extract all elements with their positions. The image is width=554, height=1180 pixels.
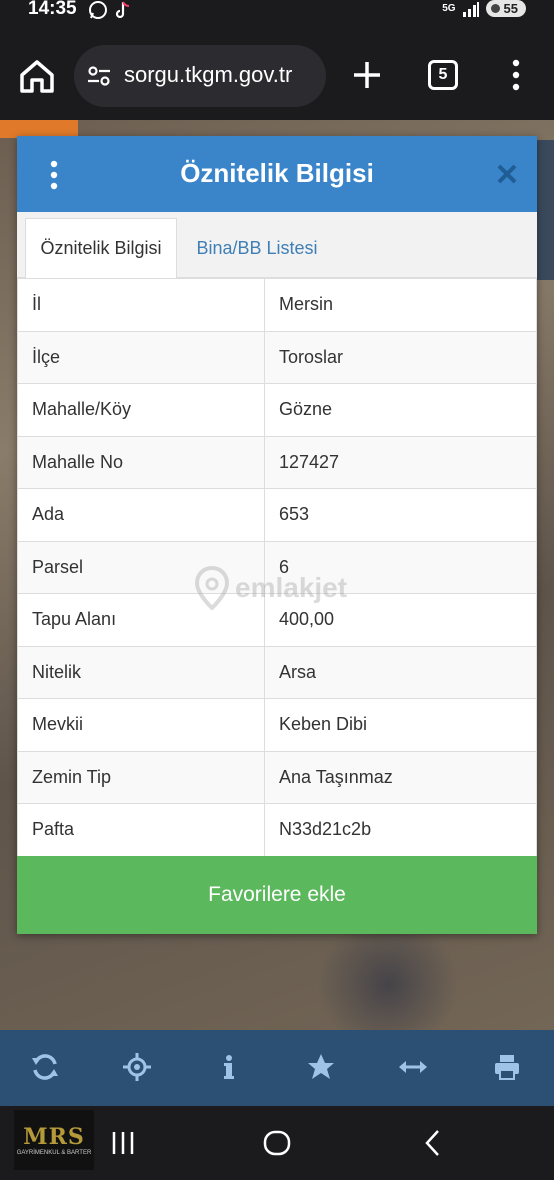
- brand-name: MRS: [23, 1123, 85, 1150]
- tab-switcher-button[interactable]: 5: [428, 60, 458, 90]
- status-bar: 14:35 5G 55: [0, 0, 554, 20]
- attribute-key: Mahalle No: [17, 435, 265, 489]
- attribute-key: Ada: [17, 488, 265, 542]
- attribute-key: İlçe: [17, 330, 265, 384]
- attribute-value: Ana Taşınmaz: [264, 750, 537, 804]
- home-icon[interactable]: [18, 58, 56, 94]
- attribute-value: 127427: [264, 435, 537, 489]
- back-icon[interactable]: [416, 1126, 450, 1160]
- table-row: İl Mersin: [17, 278, 537, 332]
- attribute-value: 653: [264, 488, 537, 542]
- table-row: Ada 653: [17, 488, 537, 542]
- notification-icons: [88, 0, 130, 20]
- attribute-key: Zemin Tip: [17, 750, 265, 804]
- signal-icon: [462, 1, 479, 17]
- add-to-favorites-button[interactable]: Favorilere ekle: [17, 856, 537, 934]
- table-row: Pafta N33d21c2b: [17, 803, 537, 857]
- measure-icon[interactable]: [398, 1052, 428, 1082]
- tiktok-icon: [115, 1, 130, 19]
- whatsapp-icon: [89, 1, 107, 19]
- map-panel-edge: [537, 140, 554, 280]
- attribute-value: Mersin: [264, 278, 537, 332]
- close-icon[interactable]: [495, 162, 519, 186]
- watermark: emlakjet: [195, 566, 347, 610]
- battery-indicator: 55: [485, 0, 526, 17]
- dialog-tabs: Öznitelik Bilgisi Bina/BB Listesi: [17, 212, 537, 278]
- table-row: Mevkii Keben Dibi: [17, 698, 537, 752]
- refresh-icon[interactable]: [30, 1052, 60, 1082]
- attribute-key: Mevkii: [17, 698, 265, 752]
- table-row: Zemin Tip Ana Taşınmaz: [17, 750, 537, 804]
- attribute-value: Toroslar: [264, 330, 537, 384]
- network-type: 5G: [442, 3, 456, 14]
- brand-logo: MRS GAYRİMENKUL & BARTER: [14, 1110, 94, 1170]
- tab-attribute-info[interactable]: Öznitelik Bilgisi: [25, 218, 177, 278]
- brand-subtitle: GAYRİMENKUL & BARTER: [16, 1149, 92, 1156]
- watermark-text: emlakjet: [235, 572, 348, 603]
- dialog-header: Öznitelik Bilgisi: [17, 136, 537, 212]
- attribute-key: Mahalle/Köy: [17, 383, 265, 437]
- battery-level: 55: [503, 1, 518, 16]
- print-icon[interactable]: [492, 1052, 522, 1082]
- table-row: İlçe Toroslar: [17, 330, 537, 384]
- info-icon[interactable]: [214, 1052, 244, 1082]
- location-pin-icon: [195, 566, 229, 610]
- system-icons: 5G 55: [442, 0, 526, 17]
- table-row: Mahalle/Köy Gözne: [17, 383, 537, 437]
- attribute-value: Arsa: [264, 645, 537, 699]
- attribute-value: Keben Dibi: [264, 698, 537, 752]
- attribute-key: Pafta: [17, 803, 265, 857]
- table-row: Nitelik Arsa: [17, 645, 537, 699]
- status-time: 14:35: [28, 0, 77, 19]
- attribute-value: Gözne: [264, 383, 537, 437]
- table-row: Mahalle No 127427: [17, 435, 537, 489]
- attribute-key: İl: [17, 278, 265, 332]
- map-toolbar: [0, 1030, 554, 1106]
- attribute-key: Nitelik: [17, 645, 265, 699]
- locate-icon[interactable]: [122, 1052, 152, 1082]
- dialog-title: Öznitelik Bilgisi: [180, 158, 374, 188]
- new-tab-icon[interactable]: [350, 58, 384, 92]
- attribute-info-dialog: Öznitelik Bilgisi Öznitelik Bilgisi Bina…: [17, 136, 537, 934]
- recent-apps-icon[interactable]: [106, 1126, 140, 1160]
- browser-menu-icon[interactable]: [508, 58, 524, 92]
- attribute-value: N33d21c2b: [264, 803, 537, 857]
- address-bar[interactable]: sorgu.tkgm.gov.tr: [74, 45, 326, 107]
- url-text[interactable]: sorgu.tkgm.gov.tr: [124, 62, 316, 88]
- home-nav-icon[interactable]: [260, 1126, 294, 1160]
- tab-count: 5: [438, 66, 448, 83]
- system-navigation-bar: MRS GAYRİMENKUL & BARTER: [0, 1106, 554, 1180]
- tab-building-list[interactable]: Bina/BB Listesi: [177, 218, 337, 278]
- browser-toolbar: sorgu.tkgm.gov.tr 5: [0, 20, 554, 120]
- star-icon[interactable]: [306, 1052, 336, 1082]
- site-settings-icon[interactable]: [86, 63, 112, 89]
